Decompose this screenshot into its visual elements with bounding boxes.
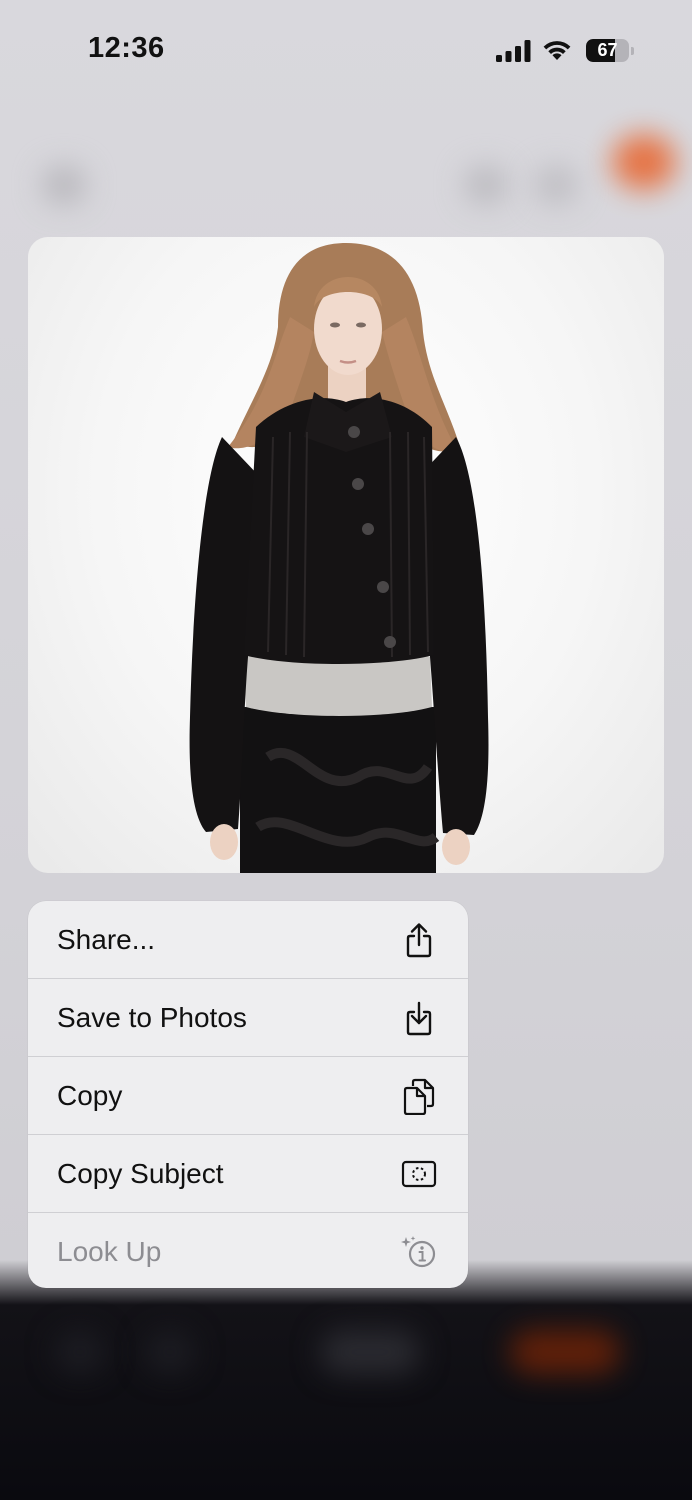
blurred-icon [145,1330,195,1374]
status-time: 12:36 [88,32,165,64]
blurred-icon [464,165,508,205]
save-to-photos-icon [406,1001,432,1036]
battery-cap [631,47,634,55]
blurred-icon [55,1330,105,1374]
copy-subject-label: Copy Subject [57,1158,224,1189]
share-menu-item[interactable]: Share... [28,901,468,978]
blurred-avatar [612,134,676,190]
blurred-button [510,1330,620,1374]
copy-label: Copy [57,1080,123,1111]
wifi-icon [543,41,571,60]
look-up-icon [401,1236,436,1268]
save-to-photos-label: Save to Photos [57,1002,247,1033]
context-menu: Share... Save to Photos Copy Copy Subjec… [28,901,468,1288]
save-to-photos-menu-item[interactable]: Save to Photos [28,979,468,1056]
copy-icon [403,1078,435,1115]
share-icon [406,923,432,958]
look-up-menu-item[interactable]: Look Up [28,1213,468,1288]
battery-body: 67 [586,39,629,62]
battery-percentage: 67 [597,40,618,60]
look-up-label: Look Up [57,1236,162,1267]
battery-icon: 67 [586,39,636,63]
blurred-icon [42,165,86,205]
copy-menu-item[interactable]: Copy [28,1057,468,1134]
status-bar: 12:36 67 [0,0,692,100]
blurred-icon [534,165,578,205]
blurred-button [320,1330,420,1374]
copy-subject-menu-item[interactable]: Copy Subject [28,1135,468,1212]
photo-subject-illustration [189,243,489,873]
copy-subject-icon [401,1160,437,1188]
image-preview[interactable] [28,237,664,873]
cellular-signal-icon [496,40,531,62]
share-label: Share... [57,924,156,955]
